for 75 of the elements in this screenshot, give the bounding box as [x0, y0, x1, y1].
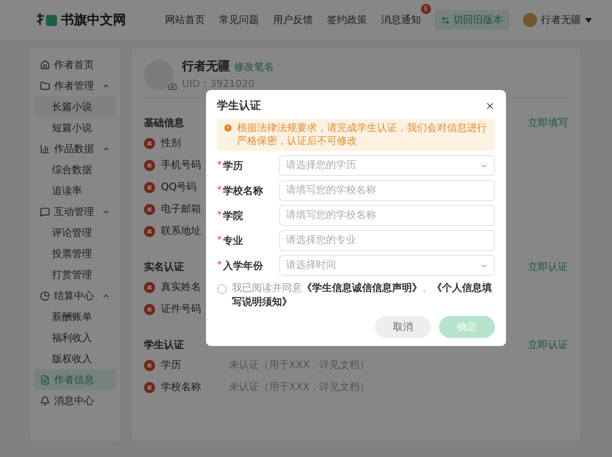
camera-icon[interactable] [168, 82, 177, 90]
sidebar-item[interactable]: 结算中心 [34, 285, 116, 306]
close-button[interactable] [485, 100, 495, 110]
sidebar-item[interactable]: 互动管理 [34, 201, 116, 222]
required-mark: * [217, 160, 222, 171]
field-label: 学校名称 [161, 380, 201, 394]
cancel-button[interactable]: 取消 [375, 316, 431, 338]
switch-icon [441, 16, 450, 24]
menu-icon [40, 80, 50, 90]
form-label: 入学年份 [223, 260, 263, 272]
menu-icon [40, 396, 50, 406]
input-field[interactable]: 请填写您的学校名称 [279, 205, 495, 226]
field-label: 真实姓名 [161, 280, 201, 294]
sidebar-subitem[interactable]: 短篇小说 [34, 117, 116, 138]
input-field[interactable]: 请填写您的学校名称 [279, 180, 495, 201]
section-title: 基础信息 [144, 116, 184, 130]
menu-icon [40, 60, 50, 70]
form-label: 专业 [223, 234, 243, 248]
form-label: 学院 [223, 210, 243, 222]
sidebar-subitem[interactable]: 评论管理 [34, 222, 116, 243]
alert-icon [223, 123, 233, 133]
sidebar-item[interactable]: 作者首页 [34, 54, 116, 75]
sidebar-subitem[interactable]: 长篇小说 [34, 96, 116, 117]
agreement-checkbox[interactable] [217, 284, 227, 294]
nav-link[interactable]: 网站首页 [165, 13, 205, 27]
logo-icon [36, 12, 58, 28]
nav-link[interactable]: 常见问题 [219, 13, 259, 27]
nav-link[interactable]: 用户反馈 [273, 13, 313, 27]
sidebar-item[interactable]: 作品数据 [34, 138, 116, 159]
field-label: 手机号码 [161, 158, 201, 172]
dialog-title: 学生认证 [217, 98, 261, 113]
menu-icon [40, 374, 50, 384]
input-field[interactable]: 请选择您的专业 [279, 230, 495, 251]
required-mark: * [217, 260, 222, 271]
pen-name: 行者无疆 [182, 58, 230, 75]
field-label: 联系地址 [161, 224, 201, 238]
action-link[interactable]: 立即认证 [528, 260, 568, 274]
nav-link[interactable]: 签约政策 [327, 13, 367, 27]
sidebar-item[interactable]: 作者管理 [34, 75, 116, 96]
form-label: 学历 [223, 160, 243, 172]
agreement-text: 我已阅读并同意《学生信息诚信信息声明》、《个人信息填写说明须知》 [232, 282, 493, 310]
menu-icon [40, 290, 50, 300]
chevron-icon[interactable] [480, 262, 488, 270]
sidebar-subitem[interactable]: 薪酬账单 [34, 306, 116, 327]
sidebar-subitem[interactable]: 追读率 [34, 180, 116, 201]
notice-text: 根据法律法规要求，请完成学生认证，我们会对信息进行严格保密，认证后不可修改 [237, 122, 488, 148]
sidebar-subitem[interactable]: 版权收入 [34, 348, 116, 369]
sidebar-subitem[interactable]: 投票管理 [34, 243, 116, 264]
field-label: 学历 [161, 359, 181, 372]
caret-icon[interactable] [585, 18, 592, 22]
edit-name-link[interactable]: 修改笔名 [234, 60, 274, 74]
chevron-icon[interactable] [480, 162, 488, 170]
nav-link[interactable]: 消息通知 [381, 13, 421, 27]
field-label: 性别 [161, 136, 181, 150]
menu-icon [40, 206, 50, 216]
user-name[interactable]: 行者无疆 [541, 13, 581, 27]
menu-icon [40, 144, 50, 154]
form-label: 学校名称 [223, 184, 263, 198]
action-link[interactable]: 立即填写 [528, 116, 568, 130]
select-field[interactable]: 请选择您的学历 [279, 155, 495, 176]
required-mark: * [217, 210, 222, 221]
field-label: 电子邮箱 [161, 202, 201, 216]
field-label: QQ号码 [161, 181, 197, 194]
site-name: 书旗中文网 [61, 12, 126, 29]
section-title: 学生认证 [144, 338, 184, 352]
sidebar-subitem[interactable]: 打赏管理 [34, 264, 116, 285]
select-field[interactable]: 请选择时间 [279, 255, 495, 276]
sidebar-subitem[interactable]: 福利收入 [34, 327, 116, 348]
required-mark: * [217, 185, 222, 196]
action-link[interactable]: 立即认证 [528, 338, 568, 352]
required-mark: * [217, 235, 222, 246]
field-label: 证件号码 [161, 303, 201, 316]
sidebar-subitem[interactable]: 综合数据 [34, 159, 116, 180]
sidebar-item[interactable]: 消息中心 [34, 390, 116, 411]
section-title: 实名认证 [144, 260, 184, 274]
